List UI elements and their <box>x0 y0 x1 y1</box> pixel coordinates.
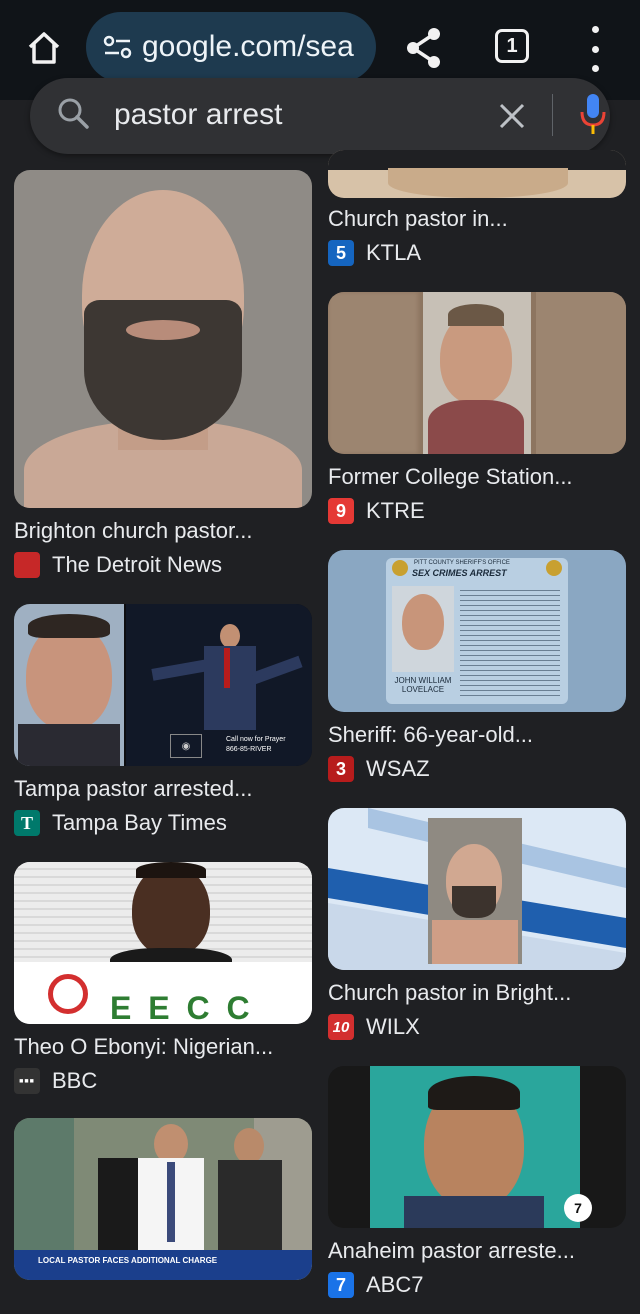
clear-icon[interactable] <box>492 96 532 136</box>
share-button[interactable] <box>400 22 448 74</box>
result-thumbnail[interactable]: Call now for Prayer 866-85-RIVER ◉ <box>14 604 312 766</box>
prayer-phone-text: 866-85-RIVER <box>226 746 272 753</box>
search-divider <box>552 94 553 136</box>
source-name: ABC7 <box>366 1272 424 1297</box>
result-source[interactable]: 3 WSAZ <box>328 756 430 782</box>
result-caption[interactable]: Brighton church pastor... <box>14 518 252 544</box>
result-source[interactable]: 5 KTLA <box>328 240 421 266</box>
ktre-favicon-icon: 9 <box>328 498 354 524</box>
home-icon <box>28 32 60 64</box>
result-caption[interactable]: Anaheim pastor arreste... <box>328 1238 575 1264</box>
home-button[interactable] <box>20 24 68 72</box>
result-thumbnail[interactable] <box>328 808 626 970</box>
wsaz-favicon-icon: 3 <box>328 756 354 782</box>
result-source[interactable]: 7 ABC7 <box>328 1272 423 1298</box>
source-name: The Detroit News <box>52 552 222 577</box>
result-caption[interactable]: Theo O Ebonyi: Nigerian... <box>14 1034 273 1060</box>
source-name: KTRE <box>366 498 425 523</box>
source-name: WILX <box>366 1014 420 1039</box>
overflow-menu-button[interactable] <box>580 26 610 72</box>
tab-switcher-button[interactable]: 1 <box>495 29 529 63</box>
news-banner-text: LOCAL PASTOR FACES ADDITIONAL CHARGE <box>38 1256 218 1265</box>
abc7-logo-icon: 7 <box>564 1194 592 1222</box>
sheriff-header-text: PITT COUNTY SHERIFF'S OFFICE <box>414 560 510 566</box>
share-icon <box>407 28 440 68</box>
detroit-news-favicon-icon <box>14 552 40 578</box>
prayer-line-text: Call now for Prayer <box>226 736 286 743</box>
result-thumbnail[interactable]: PITT COUNTY SHERIFF'S OFFICE SEX CRIMES … <box>328 550 626 712</box>
search-box[interactable]: pastor arrest <box>30 78 610 154</box>
url-text: google.com/sea <box>142 30 354 63</box>
result-caption[interactable]: Sheriff: 66-year-old... <box>328 722 533 748</box>
menu-dot-icon <box>591 65 599 72</box>
menu-dot-icon <box>591 45 599 53</box>
result-source[interactable]: 9 KTRE <box>328 498 425 524</box>
eagle-logo-icon <box>48 974 88 1014</box>
source-name: BBC <box>52 1068 98 1093</box>
tampa-bay-times-favicon-icon: T <box>14 810 40 836</box>
eecc-text: E E C C <box>110 990 254 1024</box>
result-caption[interactable]: Church pastor in Bright... <box>328 980 571 1006</box>
sheriff-badge-icon <box>546 560 562 576</box>
source-name: KTLA <box>366 240 422 265</box>
result-caption[interactable]: Tampa pastor arrested... <box>14 776 252 802</box>
video-control-icon: ◉ <box>170 734 202 758</box>
menu-dot-icon <box>591 26 599 33</box>
result-thumbnail[interactable] <box>328 150 626 198</box>
abc7-favicon-icon: 7 <box>328 1272 354 1298</box>
sheriff-name-text: JOHN WILLIAM LOVELACE <box>394 676 452 694</box>
wilx-favicon-icon: 10 <box>328 1014 354 1040</box>
result-thumbnail[interactable] <box>328 292 626 454</box>
address-bar[interactable]: google.com/sea <box>86 12 376 82</box>
ktla-favicon-icon: 5 <box>328 240 354 266</box>
bbc-favicon-icon: ■■■ <box>14 1068 40 1094</box>
result-caption[interactable]: Church pastor in... <box>328 206 508 232</box>
result-thumbnail[interactable]: 7 <box>328 1066 626 1228</box>
search-query-text: pastor arrest <box>114 98 283 131</box>
result-thumbnail[interactable]: E E C C <box>14 862 312 1024</box>
result-thumbnail[interactable]: LOCAL PASTOR FACES ADDITIONAL CHARGE <box>14 1118 312 1280</box>
result-source[interactable]: ■■■ BBC <box>14 1068 97 1094</box>
source-name: WSAZ <box>366 756 430 781</box>
tab-count: 1 <box>506 34 518 57</box>
search-icon <box>58 98 89 129</box>
result-thumbnail[interactable] <box>14 170 312 508</box>
result-source[interactable]: T Tampa Bay Times <box>14 810 227 836</box>
site-settings-icon[interactable] <box>100 34 136 60</box>
sheriff-badge-icon <box>392 560 408 576</box>
sheriff-title-text: SEX CRIMES ARREST <box>412 568 507 578</box>
source-name: Tampa Bay Times <box>52 810 227 835</box>
result-caption[interactable]: Former College Station... <box>328 464 573 490</box>
result-source[interactable]: 10 WILX <box>328 1014 420 1040</box>
result-source[interactable]: The Detroit News <box>14 552 222 578</box>
microphone-icon[interactable] <box>578 92 608 138</box>
